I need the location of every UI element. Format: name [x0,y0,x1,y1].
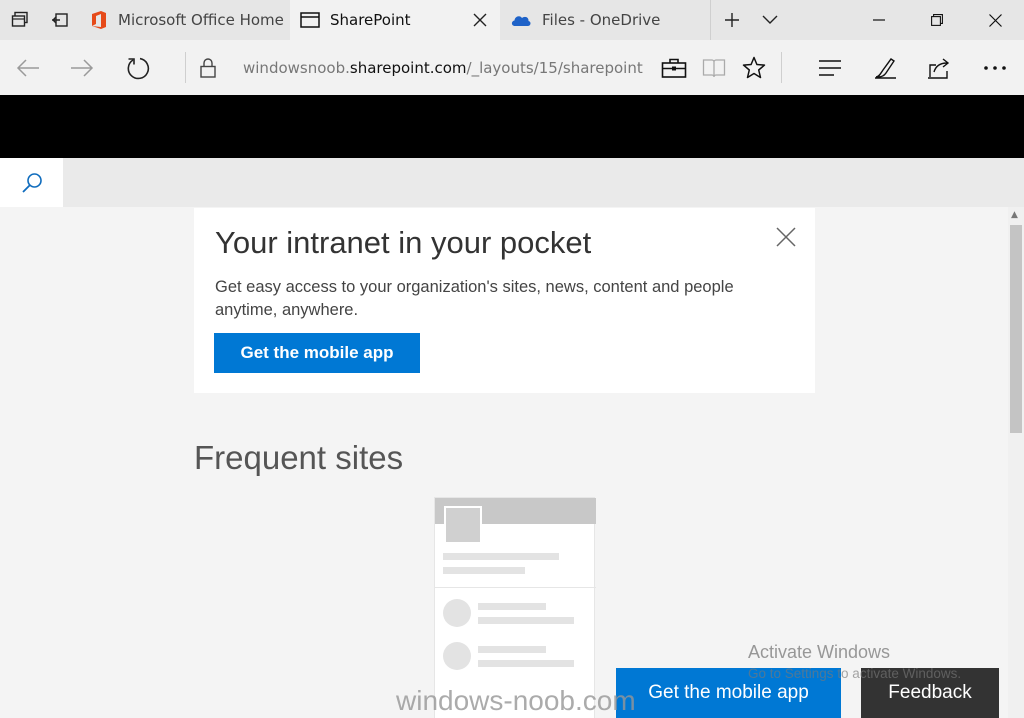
forward-icon[interactable] [59,40,105,95]
page-icon [300,12,320,28]
suite-header-bar [0,95,1024,158]
tab-label: Microsoft Office Home [118,11,284,29]
hub-icon[interactable] [807,40,853,95]
close-window-icon[interactable] [966,0,1024,40]
page-scrollbar[interactable]: ▲ [1008,207,1024,718]
restore-icon[interactable] [908,0,966,40]
placeholder-line [478,646,546,653]
url-prefix: windowsnoob. [243,58,350,77]
web-note-pen-icon[interactable] [862,40,908,95]
browser-nav-bar: windowsnoob. sharepoint.com/_layouts/15/s… [0,40,1024,95]
activate-windows-watermark: Activate Windows [748,642,891,662]
favorite-star-icon[interactable] [731,40,777,95]
close-icon[interactable] [774,225,798,249]
browser-tab-bar: Microsoft Office Home SharePoint Files -… [0,0,1024,40]
url-path: /_layouts/15/sharepoint.a [466,58,643,77]
refresh-icon[interactable] [115,40,161,95]
chevron-down-icon[interactable] [750,0,790,40]
search-button[interactable] [0,158,63,207]
address-bar[interactable]: windowsnoob. sharepoint.com/_layouts/15/s… [243,40,643,95]
close-tab-icon[interactable] [472,12,488,28]
placeholder-line [478,603,546,610]
url-host: sharepoint.com [349,58,467,77]
site-watermark: windows-noob.com [396,685,636,716]
card-logo-placeholder [444,506,482,544]
onedrive-cloud-icon [510,13,532,27]
lock-icon[interactable] [185,40,231,95]
placeholder-line [478,617,574,624]
tab-divider [710,0,711,40]
card-divider [435,587,596,588]
set-aside-tabs-icon[interactable] [40,0,80,40]
promo-text: Get easy access to your organization's s… [215,278,734,319]
tab-label: SharePoint [330,11,411,29]
promo-title: Your intranet in your pocket [215,225,592,260]
share-icon[interactable] [916,40,962,95]
tab-onedrive[interactable]: Files - OneDrive [500,0,710,40]
tab-label: Files - OneDrive [542,11,661,29]
get-mobile-app-button[interactable]: Get the mobile app [214,333,420,373]
placeholder-avatar [443,599,471,627]
activate-windows-hint: Go to Settings to activate Windows. [748,666,962,681]
new-tab-icon[interactable] [712,0,752,40]
more-icon[interactable] [972,40,1018,95]
search-icon [21,172,42,193]
placeholder-line [443,567,525,574]
nav-divider [781,52,782,83]
frequent-sites-heading: Frequent sites [194,439,404,476]
minimize-icon[interactable] [850,0,908,40]
placeholder-line [443,553,559,560]
tab-office-home[interactable]: Microsoft Office Home [80,0,290,40]
back-icon[interactable] [5,40,51,95]
office-icon [90,10,108,30]
placeholder-avatar [443,642,471,670]
tab-sharepoint[interactable]: SharePoint [290,0,500,40]
tab-manager-icon[interactable] [0,0,40,40]
placeholder-line [478,660,574,667]
scroll-thumb[interactable] [1010,225,1022,433]
search-strip [0,158,1024,207]
mobile-app-promo: Your intranet in your pocket Get easy ac… [194,208,815,393]
scroll-up-arrow-icon[interactable]: ▲ [1011,210,1018,220]
